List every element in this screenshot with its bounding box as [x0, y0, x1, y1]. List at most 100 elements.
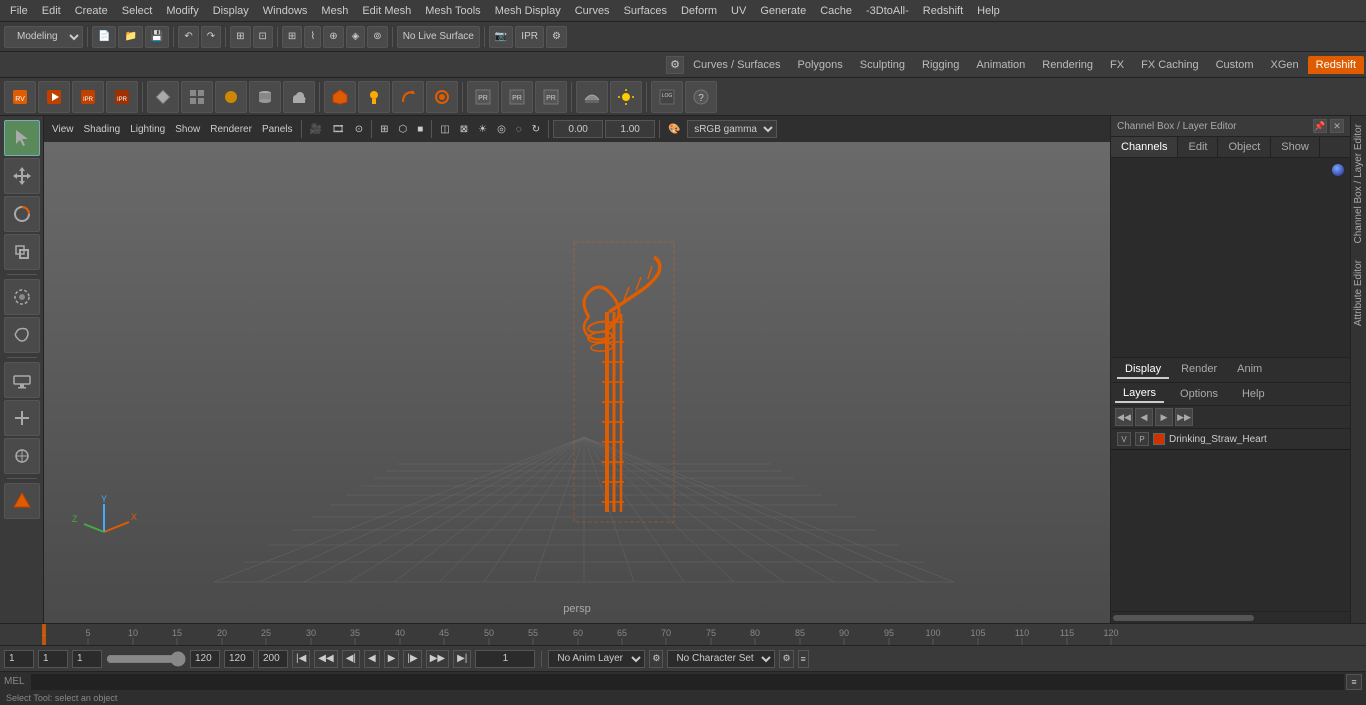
- shelf-icon-rs-light[interactable]: [358, 81, 390, 113]
- render-settings-btn[interactable]: ⚙: [546, 26, 567, 48]
- menu-file[interactable]: File: [4, 3, 34, 19]
- pb-play-back-btn[interactable]: ◀: [364, 650, 380, 668]
- layer-subtab-options[interactable]: Options: [1172, 386, 1226, 402]
- menu-windows[interactable]: Windows: [257, 3, 314, 19]
- redo-btn[interactable]: ↷: [201, 26, 221, 48]
- shelf-icon-rs-bend[interactable]: [392, 81, 424, 113]
- anim-layer-dropdown[interactable]: No Anim Layer: [548, 650, 645, 668]
- menu-create[interactable]: Create: [69, 3, 114, 19]
- shelf-icon-pr2[interactable]: PR: [501, 81, 533, 113]
- vp-renderer-menu[interactable]: Renderer: [206, 123, 256, 136]
- open-scene-btn[interactable]: 📁: [118, 26, 142, 48]
- shelf-icon-ipr[interactable]: IPR: [72, 81, 104, 113]
- shelf-icon-cloud[interactable]: [283, 81, 315, 113]
- menu-select[interactable]: Select: [116, 3, 159, 19]
- char-set-dropdown[interactable]: No Character Set: [667, 650, 775, 668]
- shelf-icon-video[interactable]: [38, 81, 70, 113]
- layer-next-btn[interactable]: ▶: [1155, 408, 1173, 426]
- shelf-icon-rs-cube[interactable]: [324, 81, 356, 113]
- menu-deform[interactable]: Deform: [675, 3, 723, 19]
- vp-cam-persp[interactable]: 🎥: [306, 123, 326, 136]
- snap-surface-btn[interactable]: ◈: [346, 26, 366, 48]
- snap-curve-btn[interactable]: ⌇: [304, 26, 321, 48]
- shelf-tab-xgen[interactable]: XGen: [1263, 56, 1307, 74]
- vp-texture-btn[interactable]: ⊠: [456, 123, 472, 136]
- layer-pickable-btn[interactable]: P: [1135, 432, 1149, 446]
- cb-tab-show[interactable]: Show: [1271, 137, 1320, 157]
- vp-colorspace-icon[interactable]: 🎨: [664, 123, 684, 136]
- right-panel-scrollbar[interactable]: [1111, 611, 1350, 623]
- menu-edit-mesh[interactable]: Edit Mesh: [356, 3, 417, 19]
- shelf-tab-custom[interactable]: Custom: [1208, 56, 1262, 74]
- vp-value1[interactable]: [553, 120, 603, 138]
- undo-btn[interactable]: ↶: [178, 26, 198, 48]
- shelf-tab-animation[interactable]: Animation: [968, 56, 1033, 74]
- menu-curves[interactable]: Curves: [569, 3, 616, 19]
- shelf-tab-rigging[interactable]: Rigging: [914, 56, 967, 74]
- shelf-icon-diamond[interactable]: [147, 81, 179, 113]
- shelf-tab-curves-surfaces[interactable]: Curves / Surfaces: [685, 56, 788, 74]
- shelf-icon-sphere[interactable]: [215, 81, 247, 113]
- menu-modify[interactable]: Modify: [160, 3, 204, 19]
- status-range-slider[interactable]: [106, 655, 186, 663]
- pb-step-back-btn[interactable]: ◀◀: [314, 650, 337, 668]
- status-frame-input[interactable]: [475, 650, 535, 668]
- shelf-tab-fx-caching[interactable]: FX Caching: [1133, 56, 1206, 74]
- render-cam-btn[interactable]: 📷: [489, 26, 513, 48]
- scrollbar-thumb[interactable]: [1113, 615, 1254, 621]
- menu-surfaces[interactable]: Surfaces: [618, 3, 673, 19]
- layer-skip-end-btn[interactable]: ▶▶: [1175, 408, 1193, 426]
- vp-light-btn[interactable]: ☀: [474, 123, 491, 136]
- soft-select-btn[interactable]: [4, 279, 40, 315]
- save-scene-btn[interactable]: 💾: [145, 26, 169, 48]
- menu-display[interactable]: Display: [207, 3, 255, 19]
- vp-shading-btn[interactable]: ◫: [436, 123, 453, 136]
- shelf-icon-pr3[interactable]: PR: [535, 81, 567, 113]
- vp-aa-btn[interactable]: ◌: [512, 123, 526, 136]
- pb-skip-end-btn[interactable]: ▶|: [453, 650, 471, 668]
- cb-tab-channels[interactable]: Channels: [1111, 137, 1178, 157]
- shelf-settings-btn[interactable]: ⚙: [666, 56, 684, 74]
- menu-uv[interactable]: UV: [725, 3, 752, 19]
- add-remove-btn[interactable]: [4, 400, 40, 436]
- pb-play-fwd-btn[interactable]: ▶: [384, 650, 400, 668]
- vp-wireframe-btn[interactable]: ⊞: [376, 123, 392, 136]
- shelf-icon-ipr2[interactable]: IPR: [106, 81, 138, 113]
- shelf-icon-grid[interactable]: [181, 81, 213, 113]
- select-tool-btn[interactable]: [4, 120, 40, 156]
- cb-tab-object[interactable]: Object: [1218, 137, 1271, 157]
- layer-prev-btn[interactable]: ◀: [1135, 408, 1153, 426]
- shelf-icon-sun[interactable]: [610, 81, 642, 113]
- shelf-icon-rv[interactable]: RV: [4, 81, 36, 113]
- snap-point-btn[interactable]: ⊕: [323, 26, 343, 48]
- layer-color-swatch[interactable]: [1153, 433, 1165, 445]
- vp-fog-btn[interactable]: ◎: [493, 123, 510, 136]
- select-by-component-btn[interactable]: ⊡: [253, 26, 273, 48]
- snap-live-btn[interactable]: ⊚: [367, 26, 387, 48]
- vp-solid-btn[interactable]: ■: [413, 123, 427, 136]
- panel-pin-btn[interactable]: 📌: [1313, 119, 1327, 133]
- menu-edit[interactable]: Edit: [36, 3, 67, 19]
- cmd-input[interactable]: [31, 674, 1344, 690]
- vp-colorspace-dropdown[interactable]: sRGB gamma: [687, 120, 777, 138]
- pb-prev-key-btn[interactable]: ◀|: [342, 650, 360, 668]
- shelf-tab-sculpting[interactable]: Sculpting: [852, 56, 913, 74]
- menu-mesh-display[interactable]: Mesh Display: [489, 3, 567, 19]
- vp-shading-menu[interactable]: Shading: [80, 123, 125, 136]
- viewport[interactable]: View Shading Lighting Show Renderer Pane…: [44, 116, 1110, 623]
- side-tab-channel-box[interactable]: Channel Box / Layer Editor: [1351, 116, 1366, 252]
- shelf-icon-rs-log[interactable]: LOG: [651, 81, 683, 113]
- display-settings-btn[interactable]: [4, 362, 40, 398]
- new-scene-btn[interactable]: 📄: [92, 26, 116, 48]
- move-tool-btn[interactable]: [4, 158, 40, 194]
- cmd-submit-btn[interactable]: ≡: [1346, 674, 1362, 690]
- ipr-btn[interactable]: IPR: [515, 26, 544, 48]
- scale-tool-btn[interactable]: [4, 234, 40, 270]
- layer-subtab-help[interactable]: Help: [1234, 386, 1273, 402]
- shelf-tab-fx[interactable]: FX: [1102, 56, 1132, 74]
- layer-visibility-btn[interactable]: V: [1117, 432, 1131, 446]
- workspace-dropdown[interactable]: Modeling: [4, 26, 83, 48]
- layer-tab-anim[interactable]: Anim: [1229, 361, 1270, 379]
- panel-close-btn[interactable]: ✕: [1330, 119, 1344, 133]
- menu-3dtoall[interactable]: -3DtoAll-: [860, 3, 915, 19]
